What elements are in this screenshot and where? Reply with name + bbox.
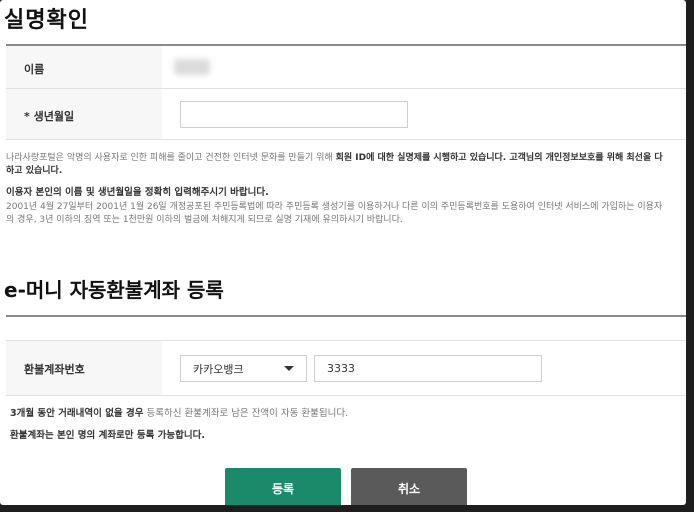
submit-button[interactable]: 등록 — [225, 468, 341, 505]
chevron-down-icon — [284, 366, 294, 371]
notice-text: 나라사랑포털은 악명의 사용자로 인한 피해를 줄이고 건전한 인터넷 문화를 … — [6, 153, 336, 163]
row-divider — [6, 395, 686, 396]
refund-note-1: 3개월 동안 거래내역이 없을 경우 등록하신 환불계좌로 남은 잔액이 자동 … — [10, 405, 348, 419]
legal-line-1: 2001년 4월 27일부터 2001년 1월 26일 개정공포된 주민등록법에… — [6, 202, 663, 212]
refund-note-1-rest: 등록하신 환불계좌로 남은 잔액이 자동 환불됩니다. — [143, 408, 349, 419]
verify-title: 실명확인 — [4, 8, 89, 33]
birth-label: * 생년월일 — [24, 110, 75, 123]
bank-select-value: 카카오뱅크 — [193, 362, 244, 376]
accuracy-notice: 이용자 본인의 이름 및 생년월일을 정확히 입력해주시기 바랍니다. — [6, 187, 269, 198]
bank-select[interactable]: 카카오뱅크 — [180, 355, 307, 382]
legal-notice: 2001년 4월 27일부터 2001년 1월 26일 개정공포된 주민등록법에… — [6, 201, 682, 227]
page-frame: 실명확인 이름 * 생년월일 나라사랑포털은 악명의 사용자로 인한 피해를 줄… — [0, 0, 686, 505]
birthdate-input[interactable] — [180, 101, 408, 128]
cancel-button[interactable]: 취소 — [351, 468, 467, 505]
realname-notice: 나라사랑포털은 악명의 사용자로 인한 피해를 줄이고 건전한 인터넷 문화를 … — [6, 152, 682, 178]
name-label: 이름 — [24, 63, 45, 76]
refund-note-2: 환불계좌는 본인 명의 계좌로만 등록 가능합니다. — [10, 430, 205, 441]
row-divider — [6, 139, 686, 140]
notice-bold-text: 회원 ID에 대한 실명제를 시행하고 있습니다. 고객님의 개인정보보호를 위… — [335, 153, 663, 163]
refund-title-divider — [6, 315, 686, 317]
account-number-input[interactable]: 3333 — [314, 355, 542, 382]
refund-note-1-bold: 3개월 동안 거래내역이 없을 경우 — [10, 408, 144, 419]
name-value-blurred — [174, 59, 210, 75]
legal-line-2: 의 경우, 3년 이하의 징역 또는 1천만원 이하의 벌금에 처해지게 되므로… — [6, 215, 403, 225]
notice-bold-text-cont: 하고 있습니다. — [6, 166, 63, 176]
account-label: 환불계좌번호 — [24, 363, 85, 376]
refund-title: e-머니 자동환불계좌 등록 — [4, 278, 224, 302]
